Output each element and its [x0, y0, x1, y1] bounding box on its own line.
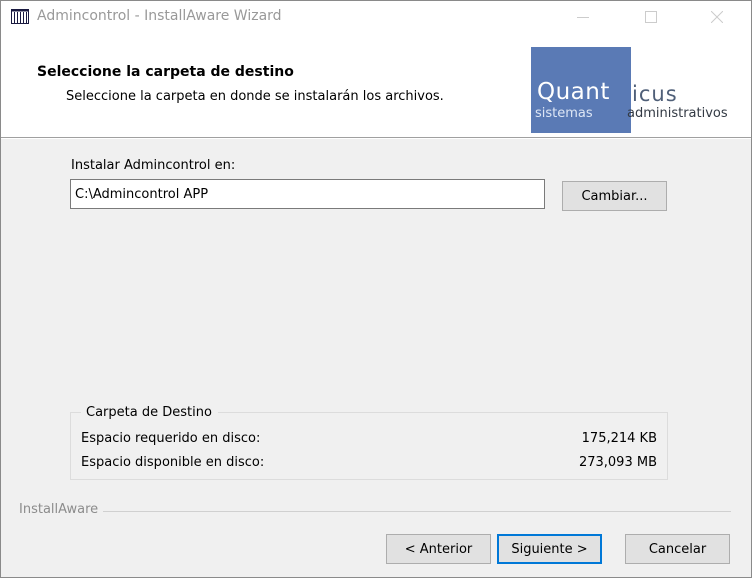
- header-divider-highlight: [1, 138, 751, 139]
- installer-icon: [11, 9, 29, 24]
- change-folder-button[interactable]: Cambiar...: [562, 181, 667, 211]
- destination-group-title: Carpeta de Destino: [81, 405, 218, 420]
- available-space-value: 273,093 MB: [578, 455, 657, 470]
- cancel-button[interactable]: Cancelar: [625, 534, 730, 564]
- logo-tagline: sistemas: [535, 106, 593, 121]
- close-icon: [711, 11, 723, 23]
- logo-text: Quant: [537, 79, 610, 105]
- installaware-brand-label: InstallAware: [19, 502, 104, 517]
- maximize-button[interactable]: [629, 1, 673, 33]
- logo-tagline: administrativos: [627, 106, 728, 121]
- wizard-header: Seleccione la carpeta de destino Selecci…: [1, 33, 751, 137]
- footer-divider: [19, 511, 731, 512]
- logo-text: icus: [632, 82, 678, 106]
- install-path-label: Instalar Admincontrol en:: [71, 158, 236, 173]
- title-bar[interactable]: Admincontrol - InstallAware Wizard: [1, 1, 751, 33]
- installer-window: Admincontrol - InstallAware Wizard Selec…: [0, 0, 752, 578]
- page-title: Seleccione la carpeta de destino: [37, 64, 294, 80]
- page-subtitle: Seleccione la carpeta en donde se instal…: [66, 89, 444, 104]
- install-path-input[interactable]: [70, 179, 545, 209]
- maximize-icon: [645, 11, 657, 23]
- minimize-icon: [577, 17, 589, 18]
- window-title: Admincontrol - InstallAware Wizard: [37, 8, 282, 24]
- next-button[interactable]: Siguiente >: [497, 534, 602, 564]
- company-logo: Quant icus sistemas administrativos: [531, 47, 746, 133]
- back-button[interactable]: < Anterior: [386, 534, 491, 564]
- minimize-button[interactable]: [561, 1, 605, 33]
- required-space-value: 175,214 KB: [581, 431, 657, 446]
- available-space-label: Espacio disponible en disco:: [81, 455, 265, 470]
- close-button[interactable]: [695, 1, 739, 33]
- required-space-label: Espacio requerido en disco:: [81, 431, 261, 446]
